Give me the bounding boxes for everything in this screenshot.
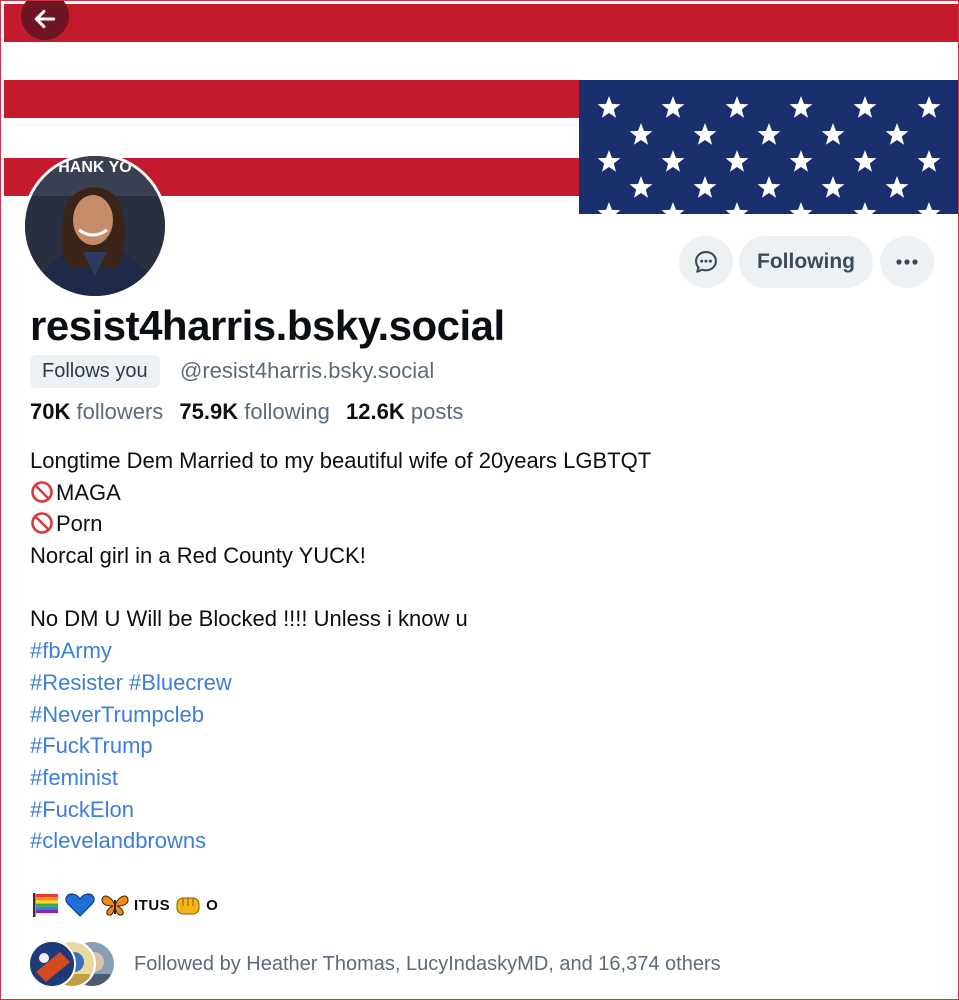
banner-star <box>885 176 909 198</box>
hashtag-link[interactable]: #FuckElon <box>30 797 134 822</box>
banner-star <box>629 123 653 145</box>
bio-line: No DM U Will be Blocked !!!! Unless i kn… <box>30 606 468 632</box>
followed-by-text: Followed by Heather Thomas, LucyIndaskyM… <box>134 952 721 975</box>
banner-star <box>917 202 941 214</box>
banner-star <box>693 176 717 198</box>
banner-star <box>725 96 749 118</box>
banner-star <box>853 96 877 118</box>
more-options-button[interactable] <box>880 236 934 288</box>
known-followers-row[interactable]: Followed by Heather Thomas, LucyIndaskyM… <box>28 938 721 990</box>
banner-stars-canton <box>579 80 959 214</box>
rainbow-flag-icon <box>33 893 58 917</box>
banner-star <box>725 150 749 172</box>
posts-stat: 12.6K posts <box>346 399 463 424</box>
followers-stat[interactable]: 70K followers <box>30 399 163 424</box>
ellipsis-icon <box>896 259 918 265</box>
svg-text:HANK YO: HANK YO <box>58 159 132 176</box>
display-name: resist4harris.bsky.social <box>30 302 505 349</box>
banner-star <box>725 202 749 214</box>
butterfly-icon <box>101 895 129 916</box>
posts-count: 12.6K <box>346 399 405 424</box>
banner-star <box>821 176 845 198</box>
hashtag-link[interactable]: #NeverTrumpcleb <box>30 702 204 727</box>
follows-you-badge: Follows you <box>30 355 160 388</box>
emoji-row-text-end: O <box>206 896 219 914</box>
hashtag-link[interactable]: #fbArmy <box>30 638 112 663</box>
prohibited-icon <box>31 480 53 503</box>
banner-star <box>693 123 717 145</box>
banner-star <box>789 202 813 214</box>
profile-handle: @resist4harris.bsky.social <box>180 358 435 383</box>
posts-label: posts <box>410 399 464 424</box>
following-label: following <box>244 399 330 424</box>
banner-star <box>597 150 621 172</box>
hashtag-link[interactable]: #Bluecrew <box>129 670 232 695</box>
bio-line: Porn <box>30 508 930 540</box>
hashtag-link[interactable]: #Resister <box>30 670 123 695</box>
banner-star <box>917 96 941 118</box>
banner-star <box>821 123 845 145</box>
banner-star <box>757 123 781 145</box>
banner-star <box>853 150 877 172</box>
avatar-image: HANK YO <box>25 156 165 296</box>
bio-emoji-row: ITUS O <box>32 890 218 920</box>
chat-bubble-icon <box>695 251 717 273</box>
bio-line: Longtime Dem Married to my beautiful wif… <box>30 448 652 473</box>
hashtag-link[interactable]: #clevelandbrowns <box>30 828 206 853</box>
banner-star <box>661 150 685 172</box>
banner-star <box>597 202 621 214</box>
bio-line: Norcal girl in a Red County YUCK! <box>30 543 366 569</box>
banner-star <box>789 96 813 118</box>
following-button[interactable]: Following <box>739 236 873 288</box>
follower-avatar <box>28 940 76 988</box>
followers-label: followers <box>76 399 164 424</box>
profile-bio: Longtime Dem Married to my beautiful wif… <box>30 445 930 857</box>
banner-star <box>661 202 685 214</box>
banner-star <box>917 150 941 172</box>
banner-star <box>661 96 685 118</box>
bio-blank-line <box>30 572 930 604</box>
known-followers-avatars <box>28 938 120 990</box>
banner-star <box>789 150 813 172</box>
following-count: 75.9K <box>179 399 239 424</box>
banner-star <box>757 176 781 198</box>
arrow-left-icon <box>34 9 56 29</box>
followers-count: 70K <box>30 399 71 424</box>
bio-text: MAGA <box>56 479 121 505</box>
banner-star <box>853 202 877 214</box>
bio-text: Porn <box>56 511 103 537</box>
banner-star <box>597 96 621 118</box>
banner-star <box>629 176 653 198</box>
following-stat[interactable]: 75.9K following <box>179 399 329 424</box>
blue-heart-icon <box>65 893 95 917</box>
hashtag-link[interactable]: #feminist <box>30 765 118 790</box>
bio-line: MAGA <box>30 477 930 509</box>
banner-star <box>885 123 909 145</box>
emoji-row-text: ITUS <box>134 896 171 914</box>
raised-fist-icon <box>176 897 200 915</box>
message-button[interactable] <box>679 236 733 288</box>
profile-avatar[interactable]: HANK YO <box>22 153 168 299</box>
banner-stripe <box>4 4 959 42</box>
hashtag-link[interactable]: #FuckTrump <box>30 733 153 758</box>
prohibited-icon <box>31 512 53 535</box>
profile-stats: 70K followers 75.9K following 12.6K post… <box>30 399 463 425</box>
